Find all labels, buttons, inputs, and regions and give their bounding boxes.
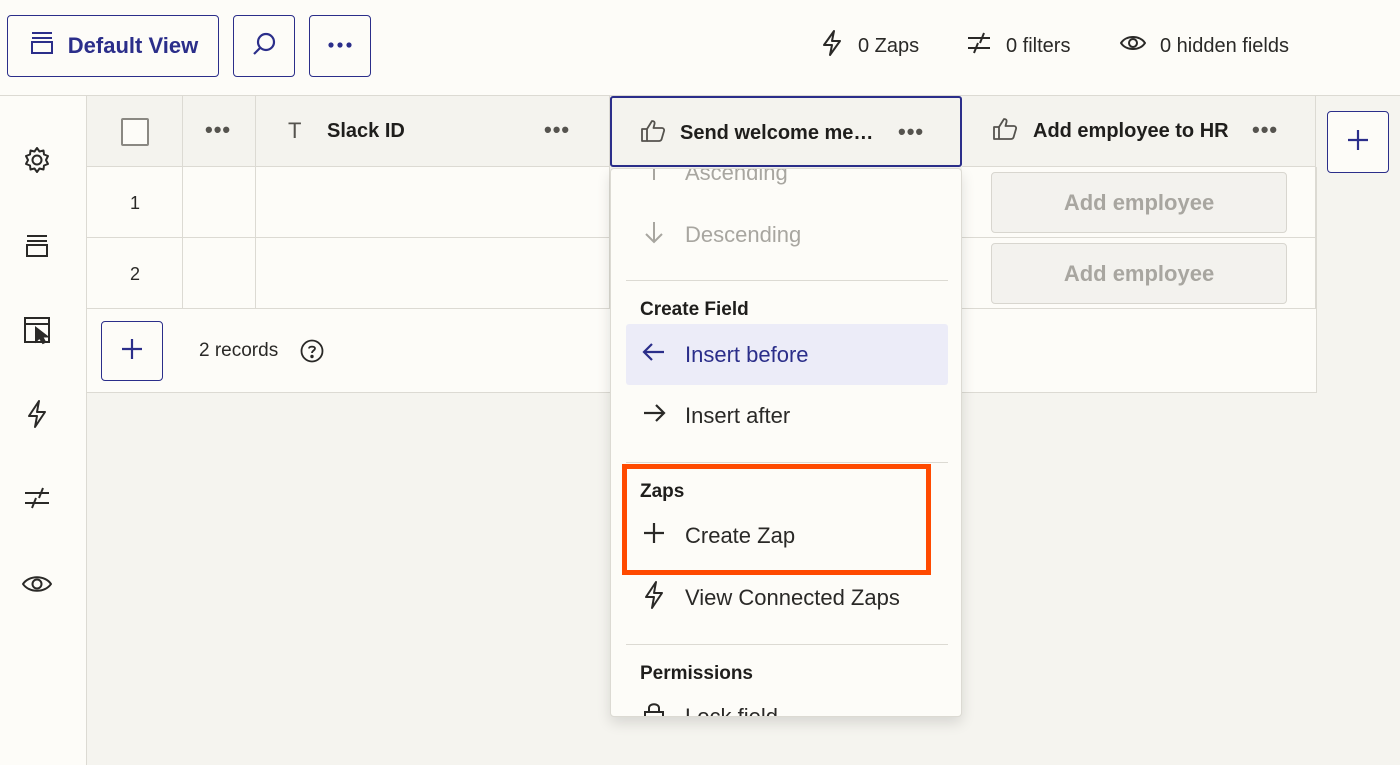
column-header-slack-id[interactable]: T Slack ID ••• (256, 96, 610, 167)
menu-item-insert-after[interactable]: Insert after (626, 386, 948, 446)
eye-icon (1119, 33, 1147, 59)
zaps-count-label: 0 Zaps (858, 34, 920, 57)
menu-item-descending[interactable]: Descending (626, 205, 948, 265)
zaps-count[interactable]: 0 Zaps (820, 30, 919, 62)
arrow-down-icon (641, 219, 667, 251)
add-column-button[interactable] (1327, 111, 1389, 173)
row-spacer (183, 238, 256, 309)
menu-item-insert-before[interactable]: Insert before (626, 324, 948, 385)
search-icon (249, 29, 279, 64)
ellipsis-icon[interactable]: ••• (1252, 119, 1278, 141)
text-icon: T (288, 118, 302, 143)
menu-item-label: Lock field (685, 704, 778, 717)
ellipsis-icon[interactable]: ••• (544, 119, 570, 141)
column-header-add-employee[interactable]: Add employee to HR ••• (962, 96, 1316, 167)
thumbs-up-icon (992, 116, 1018, 147)
hidden-fields-label: 0 hidden fields (1160, 34, 1289, 57)
menu-section-title: Create Field (640, 299, 749, 320)
filter-icon (966, 30, 992, 62)
table-cell-slack-id[interactable] (256, 167, 610, 238)
arrow-up-icon (641, 169, 667, 189)
row-options-header: ••• (183, 96, 256, 167)
interface-icon[interactable] (19, 312, 55, 348)
views-icon (28, 29, 56, 63)
thumbs-up-icon (640, 118, 666, 149)
row-number: 1 (130, 193, 141, 213)
plus-icon (1346, 128, 1370, 157)
add-record-button[interactable] (101, 321, 163, 381)
menu-item-label: Descending (685, 222, 802, 247)
arrow-left-icon (641, 339, 667, 371)
eye-icon[interactable] (19, 566, 55, 602)
default-view-button[interactable]: Default View (7, 15, 219, 77)
default-view-label: Default View (67, 33, 199, 58)
filters-count[interactable]: 0 filters (966, 30, 1070, 62)
table-row-number: 1 (87, 167, 183, 238)
menu-item-ascending[interactable]: Ascending (626, 168, 948, 203)
lock-icon (641, 700, 667, 716)
views-icon[interactable] (19, 228, 55, 264)
ellipsis-icon (325, 37, 355, 55)
menu-divider (626, 280, 948, 281)
column-label: Slack ID (327, 120, 405, 142)
add-employee-button[interactable]: Add employee (991, 243, 1287, 304)
menu-item-label: Ascending (685, 168, 788, 185)
table-row-number: 2 (87, 238, 183, 309)
hidden-fields-count[interactable]: 0 hidden fields (1119, 30, 1289, 62)
table-cell-action: Add employee (962, 167, 1316, 238)
menu-divider (626, 462, 948, 463)
column-label: Send welcome me… (680, 122, 874, 144)
ellipsis-icon[interactable]: ••• (898, 121, 924, 143)
sidebar (0, 96, 87, 765)
menu-item-view-connected-zaps[interactable]: View Connected Zaps (626, 568, 948, 628)
menu-item-label: View Connected Zaps (685, 585, 900, 610)
zap-icon (820, 29, 844, 63)
plus-icon (120, 337, 144, 366)
select-all-cell (87, 96, 183, 167)
column-header-send-welcome[interactable]: Send welcome me… ••• (610, 96, 962, 167)
column-options-menu: Ascending Descending Create Field Insert… (610, 168, 962, 717)
table-cell-slack-id[interactable] (256, 238, 610, 309)
filter-icon[interactable] (19, 480, 55, 516)
record-count: 2 records (199, 340, 279, 361)
menu-item-lock-field[interactable]: Lock field (626, 687, 948, 717)
menu-divider (626, 644, 948, 645)
row-number: 2 (130, 264, 141, 284)
ellipsis-icon[interactable]: ••• (205, 119, 231, 141)
add-employee-button[interactable]: Add employee (991, 172, 1287, 233)
menu-section-title: Permissions (640, 663, 753, 684)
column-divider (1316, 167, 1317, 393)
arrow-right-icon (641, 400, 667, 432)
zap-icon[interactable] (19, 396, 55, 432)
menu-item-label: Insert before (685, 341, 809, 367)
row-spacer (183, 167, 256, 238)
select-all-checkbox[interactable] (121, 118, 149, 146)
toolbar: Default View 0 Zaps 0 filters 0 hidden f… (0, 0, 1400, 96)
more-options-button[interactable] (309, 15, 371, 77)
column-label: Add employee to HR (1033, 120, 1229, 142)
help-icon[interactable] (300, 339, 324, 368)
table-cell-action: Add employee (962, 238, 1316, 309)
zap-icon (641, 580, 667, 616)
menu-item-label: Insert after (685, 403, 791, 428)
zaps-highlight-box (622, 464, 931, 575)
filters-count-label: 0 filters (1006, 34, 1071, 57)
search-button[interactable] (233, 15, 295, 77)
gear-icon[interactable] (19, 142, 55, 178)
